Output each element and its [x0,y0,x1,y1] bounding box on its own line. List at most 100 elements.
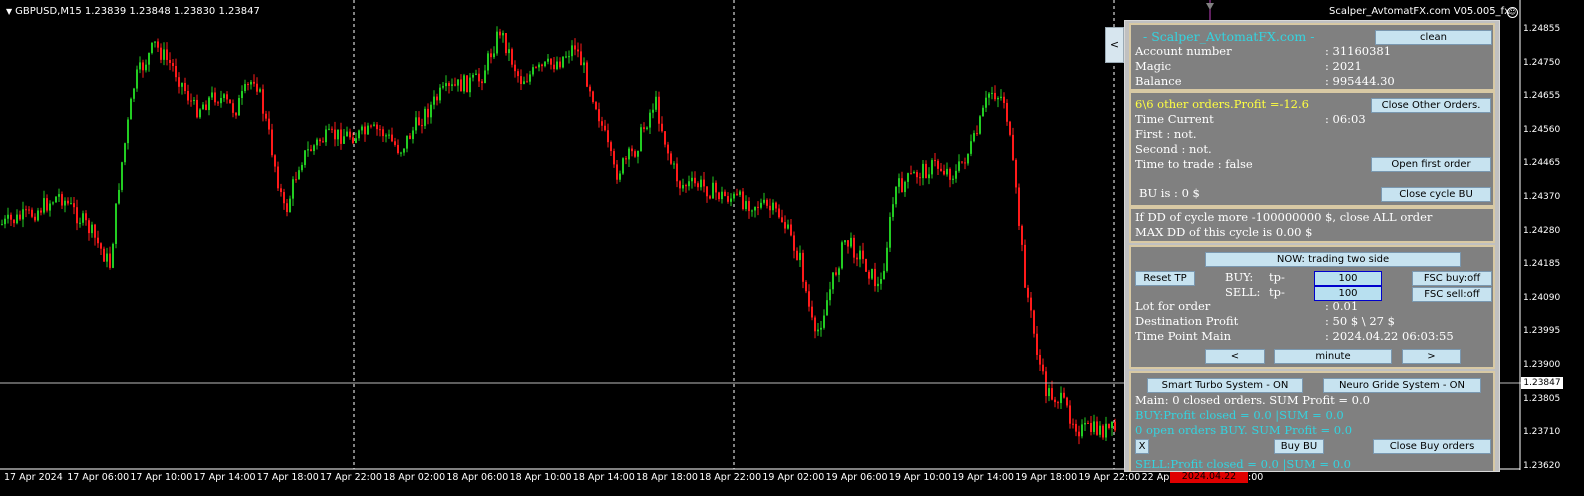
candle-body [826,300,828,316]
candle-body [808,291,810,307]
candle-body [253,81,255,84]
candle-body [259,89,261,92]
price-tick-label: 1.23710 [1523,427,1561,438]
candle-body [766,199,768,206]
clean-button[interactable]: clean [1375,30,1492,45]
candle-body [73,203,75,208]
candle-body [313,145,315,152]
candle-body [130,98,132,120]
time-cursor-label: 2024.04.22 06:03 [1170,471,1248,494]
candle-body [106,253,108,262]
candle-body [1033,310,1035,334]
candle-body [778,208,780,218]
candle-body [898,178,900,187]
candle-body [955,170,957,179]
candle-body [460,79,462,92]
candle-body [760,202,762,208]
period-button[interactable]: minute [1274,349,1392,364]
candle-body [1099,425,1101,435]
next-period-button[interactable]: > [1402,349,1461,364]
candle-body [748,201,750,212]
candle-body [187,90,189,101]
buy-bu-button[interactable]: Buy BU [1274,439,1324,454]
open-first-order-button[interactable]: Open first order [1371,157,1491,172]
smart-turbo-button[interactable]: Smart Turbo System - ON [1147,378,1303,393]
candle-body [580,51,582,66]
candle-body [736,193,738,195]
candle-body [64,200,66,206]
candle-body [682,185,684,189]
candle-body [574,45,576,50]
candle-body [202,104,204,110]
candle-body [7,214,9,219]
candle-body [607,130,609,143]
candle-body [982,107,984,117]
candle-body [142,62,144,71]
buy-tp-input[interactable]: 100 [1314,271,1382,286]
candle-body [961,161,963,163]
candle-body [820,327,822,330]
trading-section: NOW: trading two side Reset TP BUY: tp- … [1129,245,1495,369]
buy-label: BUY: [1225,270,1254,284]
candle-body [301,164,303,171]
candle-body [352,137,354,144]
time-tick-label: 17 Apr 10:00 [130,472,193,483]
candle-body [316,139,318,146]
time-tick-label: 17 Apr 18:00 [256,472,319,483]
dropdown-triangle-icon[interactable]: ▼ [6,7,12,16]
time-point-main-value: : 2024.04.22 06:03:55 [1325,329,1454,343]
candle-body [529,74,531,82]
candle-body [181,82,183,87]
candle-body [400,152,402,154]
close-buy-orders-button[interactable]: Close Buy orders [1373,439,1491,454]
candle-body [511,49,513,65]
candle-body [763,199,765,203]
candle-body [34,216,36,221]
candle-body [244,84,246,92]
candle-body [940,168,942,171]
candle-body [481,81,483,84]
candle-body [475,73,477,75]
candle-body [394,141,396,145]
neuro-grid-button[interactable]: Neuro Gride System - ON [1323,378,1481,393]
candle-body [799,252,801,261]
candle-body [751,210,753,212]
time-tick-label: 19 Apr 14:00 [952,472,1014,483]
close-cycle-bu-button[interactable]: Close cycle BU [1381,187,1491,202]
candle-body [676,163,678,182]
candle-body [292,179,294,199]
candle-body [343,136,345,144]
candle-body [163,49,165,60]
reset-tp-button[interactable]: Reset TP [1135,271,1195,286]
candle-body [418,117,420,126]
candle-body [1024,244,1026,288]
close-x-button[interactable]: X [1135,439,1149,454]
close-other-orders-button[interactable]: Close Other Orders. [1371,98,1491,113]
lot-value: : 0.01 [1325,299,1359,313]
candle-body [169,59,171,64]
fsc-sell-button[interactable]: FSC sell:off [1412,287,1492,302]
candle-body [121,162,123,190]
candle-body [1027,287,1029,298]
candle-body [571,45,573,57]
trading-mode-button[interactable]: NOW: trading two side [1205,252,1461,267]
candle-body [964,162,966,164]
candle-body [619,173,621,180]
panel-title: - Scalper_AvtomatFX.com - [1143,29,1315,44]
candle-body [385,135,387,137]
candle-body [232,103,234,113]
time-tick-label: 18 Apr 18:00 [636,472,698,483]
candle-body [409,135,411,140]
fsc-buy-button[interactable]: FSC buy:off [1412,271,1492,286]
candle-body [1060,392,1062,404]
candle-body [412,130,414,140]
candle-body [757,206,759,208]
price-tick-label: 1.23805 [1523,393,1561,404]
candle-body [172,63,174,66]
candle-body [40,210,42,213]
candle-body [553,64,555,70]
panel-collapse-button[interactable]: < [1105,27,1124,63]
candle-body [997,98,999,100]
prev-period-button[interactable]: < [1205,349,1265,364]
candle-body [1039,354,1041,365]
